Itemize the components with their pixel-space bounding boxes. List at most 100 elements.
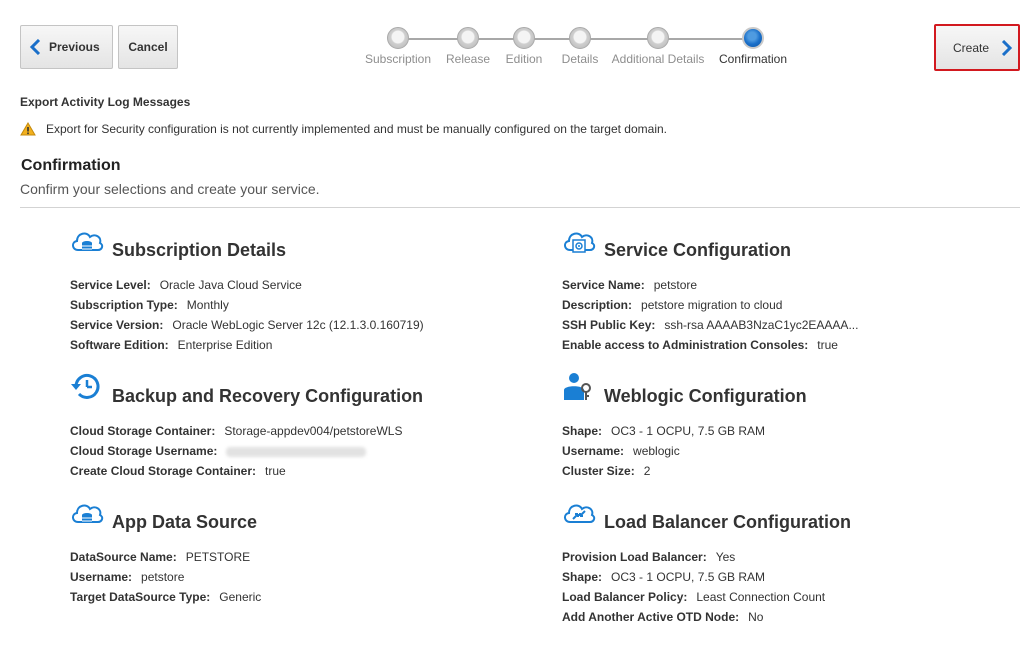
- step-dot-current-icon: [742, 27, 764, 49]
- detail-value: PETSTORE: [185, 550, 251, 564]
- detail-key: Service Version:: [70, 318, 164, 332]
- detail-key: Shape:: [562, 424, 603, 438]
- detail-value: Monthly: [186, 298, 229, 312]
- detail-value: Least Connection Count: [696, 590, 826, 604]
- detail-key: DataSource Name:: [70, 550, 177, 564]
- detail-value: OC3 - 1 OCPU, 7.5 GB RAM: [611, 570, 766, 584]
- service-configuration-section: Service Configuration Service Name: petst…: [562, 226, 1002, 352]
- detail-row: Software Edition: Enterprise Edition: [70, 335, 510, 355]
- detail-row: Add Another Active OTD Node: No: [562, 607, 1002, 627]
- detail-row: Service Level: Oracle Java Cloud Service: [70, 275, 510, 295]
- detail-value: OC3 - 1 OCPU, 7.5 GB RAM: [611, 424, 766, 438]
- detail-key: SSH Public Key:: [562, 318, 656, 332]
- user-key-icon: [562, 372, 596, 407]
- detail-key: Subscription Type:: [70, 298, 178, 312]
- detail-row: SSH Public Key: ssh-rsa AAAAB3NzaC1yc2EAA…: [562, 315, 1002, 335]
- train-step-label: Details: [561, 52, 599, 66]
- cancel-button-label: Cancel: [128, 40, 168, 54]
- detail-key: Enable access to Administration Consoles…: [562, 338, 809, 352]
- subscription-details-section: Subscription Details Service Level: Oracl…: [70, 226, 510, 352]
- detail-key: Add Another Active OTD Node:: [562, 610, 740, 624]
- detail-row: Service Version: Oracle WebLogic Server 1…: [70, 315, 510, 335]
- history-clock-icon: [70, 372, 104, 407]
- export-log-title: Export Activity Log Messages: [20, 95, 191, 109]
- create-button[interactable]: Create: [934, 24, 1020, 71]
- detail-row: Description: petstore migration to cloud: [562, 295, 1002, 315]
- section-title: Backup and Recovery Configuration: [112, 386, 424, 406]
- detail-row: Shape: OC3 - 1 OCPU, 7.5 GB RAM: [562, 567, 1002, 587]
- detail-value: true: [265, 464, 286, 478]
- detail-row: Enable access to Administration Consoles…: [562, 335, 1002, 355]
- train-step-label: Subscription: [364, 52, 432, 66]
- train-step-label: Additional Details: [611, 52, 705, 66]
- train-step-label: Release: [445, 52, 491, 66]
- cloud-arrows-icon: [562, 498, 596, 533]
- detail-key: Service Name:: [562, 278, 645, 292]
- section-title: Service Configuration: [604, 240, 792, 260]
- detail-value: petstore migration to cloud: [641, 298, 783, 312]
- detail-row: Create Cloud Storage Container: true: [70, 461, 510, 481]
- chevron-left-icon: [29, 39, 41, 55]
- detail-value: Storage-appdev004/petstoreWLS: [224, 424, 403, 438]
- section-title: Weblogic Configuration: [604, 386, 807, 406]
- redacted-value: [226, 446, 367, 457]
- step-dot-icon: [647, 27, 669, 49]
- detail-key: Provision Load Balancer:: [562, 550, 707, 564]
- confirmation-subtitle: Confirm your selections and create your …: [20, 181, 320, 197]
- cloud-database-icon: [70, 226, 104, 261]
- detail-key: Create Cloud Storage Container:: [70, 464, 257, 478]
- detail-value: ssh-rsa AAAAB3NzaC1yc2EAAAA...: [664, 318, 859, 332]
- detail-key: Target DataSource Type:: [70, 590, 211, 604]
- previous-button[interactable]: Previous: [20, 25, 113, 69]
- train-step-label: Confirmation: [718, 52, 788, 66]
- step-dot-icon: [513, 27, 535, 49]
- step-dot-icon: [457, 27, 479, 49]
- detail-row: Username: weblogic: [562, 441, 1002, 461]
- previous-button-label: Previous: [49, 40, 100, 54]
- detail-row: Target DataSource Type: Generic: [70, 587, 510, 607]
- detail-key: Service Level:: [70, 278, 151, 292]
- section-title: Subscription Details: [112, 240, 287, 260]
- backup-recovery-section: Backup and Recovery Configuration Cloud …: [70, 372, 510, 478]
- detail-value: Yes: [715, 550, 736, 564]
- detail-value: weblogic: [633, 444, 680, 458]
- detail-value: petstore: [141, 570, 185, 584]
- detail-key: Cloud Storage Container:: [70, 424, 216, 438]
- detail-value: Oracle WebLogic Server 12c (12.1.3.0.160…: [172, 318, 424, 332]
- section-title: Load Balancer Configuration: [604, 512, 852, 532]
- train-step-label: Edition: [505, 52, 543, 66]
- cancel-button[interactable]: Cancel: [118, 25, 178, 69]
- detail-value: No: [748, 610, 764, 624]
- detail-value: Enterprise Edition: [177, 338, 273, 352]
- detail-key: Cluster Size:: [562, 464, 635, 478]
- detail-key: Username:: [562, 444, 625, 458]
- section-title: App Data Source: [112, 512, 258, 532]
- detail-value: Oracle Java Cloud Service: [159, 278, 302, 292]
- detail-row: Username: petstore: [70, 567, 510, 587]
- detail-row: DataSource Name: PETSTORE: [70, 547, 510, 567]
- detail-row: Subscription Type: Monthly: [70, 295, 510, 315]
- confirmation-title: Confirmation: [21, 157, 121, 174]
- detail-key: Cloud Storage Username:: [70, 444, 218, 458]
- create-button-label: Create: [953, 40, 990, 55]
- detail-value: 2: [643, 464, 651, 478]
- detail-value: petstore: [653, 278, 698, 292]
- detail-row: Cluster Size: 2: [562, 461, 1002, 481]
- warning-icon: [20, 122, 36, 136]
- detail-value: true: [817, 338, 838, 352]
- detail-key: Username:: [70, 570, 133, 584]
- warning-text: Export for Security configuration is not…: [46, 122, 667, 136]
- detail-row: Shape: OC3 - 1 OCPU, 7.5 GB RAM: [562, 421, 1002, 441]
- cloud-gear-icon: [562, 226, 596, 261]
- detail-value: Generic: [219, 590, 262, 604]
- detail-row: Load Balancer Policy: Least Connection Co…: [562, 587, 1002, 607]
- chevron-right-icon: [1001, 39, 1013, 56]
- detail-row: Service Name: petstore: [562, 275, 1002, 295]
- detail-row: Cloud Storage Username:: [70, 441, 510, 461]
- detail-key: Software Edition:: [70, 338, 169, 352]
- detail-row: Cloud Storage Container: Storage-appdev00…: [70, 421, 510, 441]
- wizard-train: Subscription Release Edition Details Add…: [360, 26, 800, 66]
- detail-key: Description:: [562, 298, 633, 312]
- detail-key: Shape:: [562, 570, 603, 584]
- step-dot-icon: [569, 27, 591, 49]
